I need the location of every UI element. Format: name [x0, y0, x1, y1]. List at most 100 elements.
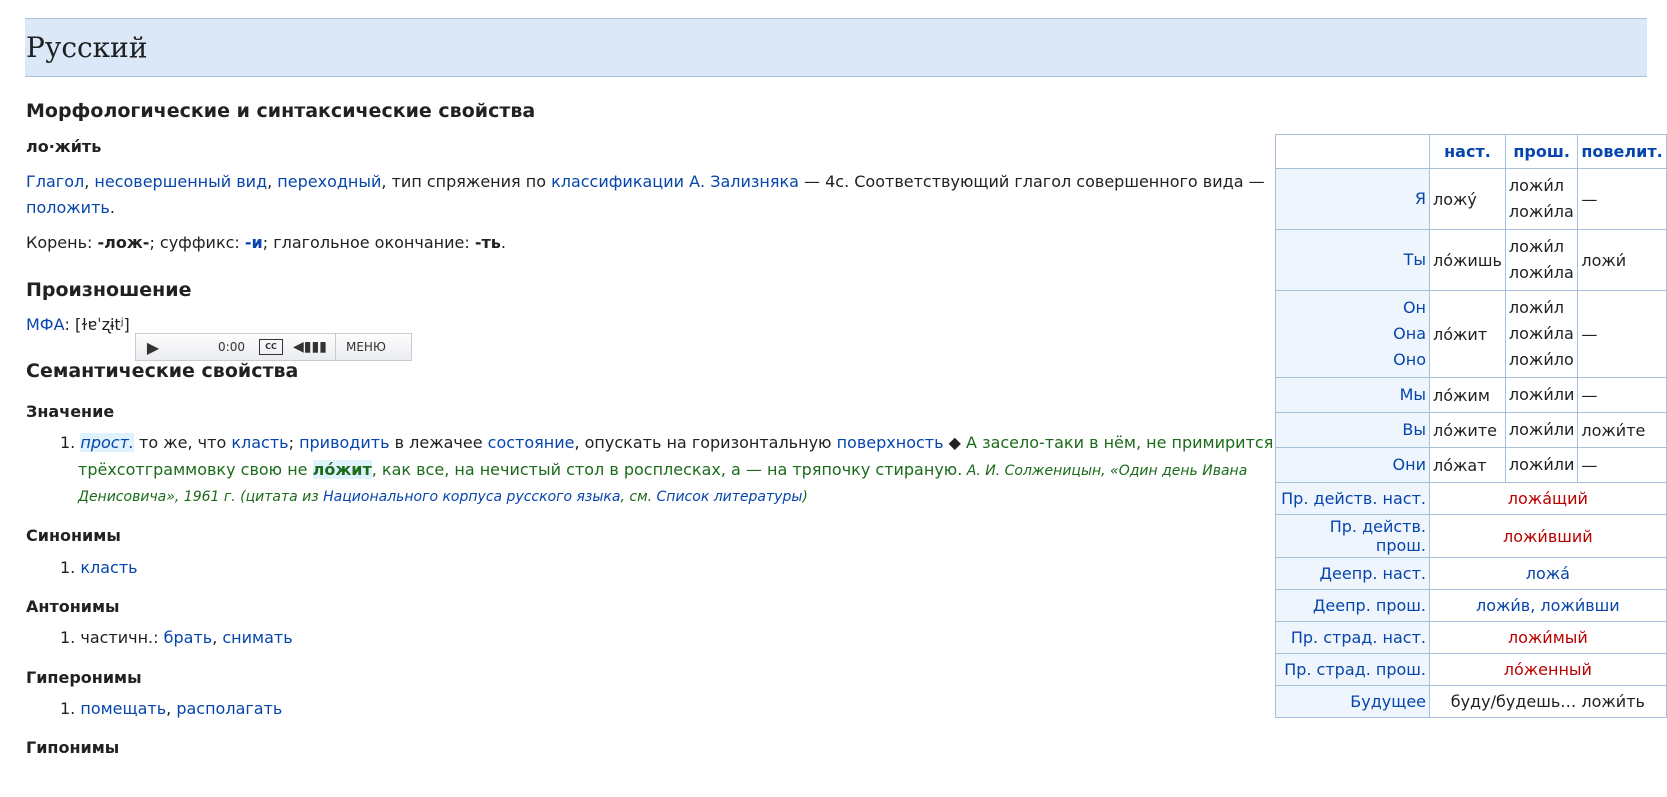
- participle-label-link[interactable]: Будущее: [1275, 685, 1430, 718]
- participle-label-link[interactable]: Пр. страд. наст.: [1275, 621, 1430, 654]
- conjugation-row: Они ло́жат ложи́ли —: [1275, 447, 1667, 483]
- root-line: Корень: -лож-; суффикс: -и; глагольное о…: [26, 233, 506, 252]
- link-raspolagat[interactable]: располагать: [176, 699, 282, 718]
- link-zaliznyak[interactable]: классификации А. Зализняка: [551, 172, 799, 191]
- conjugation-row: Яложу́ ложи́л ложи́ла —: [1275, 168, 1667, 230]
- present-form: ло́жите: [1429, 412, 1506, 448]
- participle-value[interactable]: ложи́вший: [1429, 514, 1667, 558]
- link-literature-list[interactable]: Список литературы: [657, 489, 803, 505]
- participle-value[interactable]: ло́женный: [1429, 653, 1667, 686]
- imperative-form: —: [1577, 168, 1667, 230]
- quote-line-1: А засело-таки в нём, не примирится:: [966, 433, 1279, 452]
- example-diamond: ◆: [943, 433, 967, 452]
- participle-row: Деепр. наст. ложа́: [1275, 557, 1667, 590]
- link-synonym-klast[interactable]: класть: [80, 558, 137, 577]
- link-glagol[interactable]: Глагол: [26, 172, 84, 191]
- link-polozhit[interactable]: положить: [26, 198, 110, 217]
- person-link[interactable]: Вы: [1279, 417, 1426, 443]
- header-corner: [1275, 134, 1430, 169]
- past-forms: ложи́л ложи́ла: [1504, 229, 1579, 291]
- person-link[interactable]: Оно: [1279, 347, 1426, 373]
- past-form: ложи́ли: [1508, 455, 1575, 474]
- morph-line-1: Глагол, несовершенный вид, переходный, т…: [26, 172, 1265, 191]
- past-forms: ложи́л ложи́ла: [1504, 168, 1579, 230]
- meaning-item-1: 1. прост. то же, что класть; приводить в…: [60, 433, 1279, 452]
- captions-icon[interactable]: CC: [259, 339, 283, 355]
- conjugation-table: наст. прош. повелит. Яложу́ ложи́л ложи́ла…: [1275, 134, 1667, 718]
- quote-text-a: трёхсотграммовку свою не: [78, 460, 313, 479]
- link-transitive[interactable]: переходный: [277, 172, 381, 191]
- quote-source-4: ): [802, 489, 808, 505]
- person-link[interactable]: Она: [1279, 321, 1426, 347]
- past-form: ложи́ла: [1508, 202, 1574, 221]
- link-pomeshchat[interactable]: помещать: [80, 699, 166, 718]
- link-aspect[interactable]: несовершенный вид: [94, 172, 267, 191]
- participle-value[interactable]: ложа́: [1429, 557, 1667, 590]
- participle-value[interactable]: ложи́в, ложи́вши: [1429, 589, 1667, 622]
- participle-label-link[interactable]: Деепр. прош.: [1275, 589, 1430, 622]
- antonym-number: 1.: [60, 628, 76, 647]
- person-cell: Они: [1275, 447, 1430, 483]
- meaning-text-4: , опускать на горизонтальную: [574, 433, 837, 452]
- participle-label-link[interactable]: Пр. действ. наст.: [1275, 482, 1430, 515]
- quote-source-3: , см.: [620, 489, 657, 505]
- synonym-item-1: 1. класть: [60, 558, 138, 577]
- imperative-form: ложи́те: [1577, 412, 1667, 448]
- suffix-label: ; суффикс:: [149, 233, 245, 252]
- meaning-text-3: в лежачее: [389, 433, 488, 452]
- participle-label-link[interactable]: Пр. действ. прош.: [1275, 514, 1430, 558]
- hypernyms-heading: Гиперонимы: [26, 668, 142, 687]
- past-forms: ложи́ли: [1504, 447, 1579, 483]
- participle-row: Пр. страд. наст. ложи́мый: [1275, 621, 1667, 654]
- header-present[interactable]: наст.: [1429, 134, 1506, 169]
- antonyms-heading: Антонимы: [26, 597, 120, 616]
- participle-value[interactable]: ложи́мый: [1429, 621, 1667, 654]
- participle-label-link[interactable]: Деепр. наст.: [1275, 557, 1430, 590]
- person-link[interactable]: Ты: [1279, 247, 1426, 273]
- participle-label-link[interactable]: Пр. страд. прош.: [1275, 653, 1430, 686]
- header-imperative[interactable]: повелит.: [1577, 134, 1667, 169]
- conjugation-row: Мы ло́жим ложи́ли —: [1275, 377, 1667, 413]
- present-form: ло́жат: [1429, 447, 1506, 483]
- person-link[interactable]: Мы: [1279, 382, 1426, 408]
- link-prost-tag[interactable]: прост.: [80, 433, 134, 452]
- person-cell: Он Она Оно: [1275, 290, 1430, 378]
- past-form: ложи́ла: [1508, 263, 1574, 282]
- ipa-line: МФА: [ɫɐˈʐɨtʲ]: [26, 315, 130, 334]
- participle-value[interactable]: ложа́щий: [1429, 482, 1667, 515]
- ending-value: -ть: [474, 233, 501, 252]
- person-link[interactable]: Он: [1279, 295, 1426, 321]
- volume-icon[interactable]: ◀▮▮▮: [293, 339, 335, 355]
- link-privodit[interactable]: приводить: [299, 433, 389, 452]
- antonym-sep: ,: [212, 628, 223, 647]
- link-ruscorpora[interactable]: Национального корпуса русского языка: [323, 489, 620, 505]
- person-cell: Я: [1275, 168, 1430, 230]
- person-cell: Мы: [1275, 377, 1430, 413]
- link-ipa[interactable]: МФА: [26, 315, 65, 334]
- past-form: ложи́ли: [1508, 385, 1575, 404]
- quote-source-2: Денисовича», 1961 г. (цитата из: [78, 489, 324, 505]
- play-icon[interactable]: ▶: [136, 338, 170, 357]
- link-snimat[interactable]: снимать: [222, 628, 292, 647]
- header-past[interactable]: прош.: [1504, 134, 1579, 169]
- section-pronunciation-heading: Произношение: [26, 279, 192, 301]
- link-klast[interactable]: класть: [231, 433, 288, 452]
- suffix-value-link[interactable]: -и: [245, 233, 263, 252]
- imperative-form: —: [1577, 377, 1667, 413]
- link-sostoyanie[interactable]: состояние: [488, 433, 575, 452]
- player-menu-button[interactable]: МЕНЮ: [335, 334, 396, 360]
- link-poverkhnost[interactable]: поверхность: [837, 433, 944, 452]
- link-brat[interactable]: брать: [164, 628, 213, 647]
- past-form: ложи́ло: [1508, 350, 1574, 369]
- language-title: Русский: [26, 31, 148, 64]
- past-forms: ложи́л ложи́ла ложи́ло: [1504, 290, 1579, 378]
- morph-text-1: , тип спряжения по: [381, 172, 552, 191]
- hypernym-number: 1.: [60, 699, 76, 718]
- quote-line-3: Денисовича», 1961 г. (цитата из Национал…: [78, 486, 808, 505]
- quote-text-c: , как все, на нечистый стол в росплесках…: [371, 460, 963, 479]
- person-link[interactable]: Я: [1279, 186, 1426, 212]
- person-link[interactable]: Они: [1279, 452, 1426, 478]
- quote-line-2: трёхсотграммовку свою не ло́жит, как все…: [78, 460, 1247, 479]
- past-forms: ложи́ли: [1504, 412, 1579, 448]
- participle-row: Будущее буду/будешь… ложи́ть: [1275, 685, 1667, 718]
